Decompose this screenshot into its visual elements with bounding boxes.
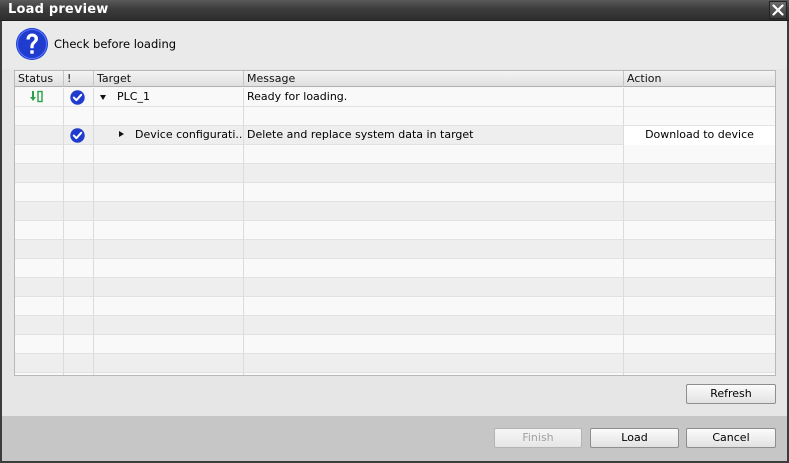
table-row[interactable]: PLC_1 Ready for loading. bbox=[15, 88, 775, 107]
cancel-button[interactable]: Cancel bbox=[686, 428, 776, 448]
column-header-action[interactable]: Action bbox=[624, 71, 775, 87]
action-dropdown[interactable]: Download to device bbox=[624, 126, 775, 145]
empty-table-row bbox=[15, 145, 775, 164]
target-name: Device configurati... bbox=[135, 128, 244, 141]
check-ok-icon bbox=[70, 90, 85, 105]
empty-table-row bbox=[15, 354, 775, 373]
table-row bbox=[15, 107, 775, 126]
header-area: Check before loading bbox=[2, 21, 787, 69]
refresh-button[interactable]: Refresh bbox=[686, 384, 776, 404]
window-title: Load preview bbox=[8, 2, 109, 17]
empty-table-row bbox=[15, 316, 775, 335]
empty-table-row bbox=[15, 240, 775, 259]
download-status-icon bbox=[30, 90, 43, 103]
empty-table-row bbox=[15, 335, 775, 354]
check-ok-icon bbox=[70, 128, 85, 143]
load-preview-table: Status ! Target Message Action PLC_1 Rea… bbox=[14, 70, 776, 376]
close-button[interactable] bbox=[769, 1, 787, 19]
help-icon bbox=[16, 28, 48, 60]
empty-table-row bbox=[15, 259, 775, 278]
title-bar: Load preview bbox=[0, 0, 789, 21]
empty-table-row bbox=[15, 164, 775, 183]
empty-table-row bbox=[15, 183, 775, 202]
close-icon bbox=[772, 4, 784, 16]
column-header-target[interactable]: Target bbox=[94, 71, 244, 87]
empty-table-row bbox=[15, 278, 775, 297]
collapse-arrow-icon[interactable] bbox=[100, 95, 106, 100]
expand-arrow-icon[interactable] bbox=[119, 131, 124, 137]
finish-button[interactable]: Finish bbox=[494, 428, 582, 448]
message-cell: Ready for loading. bbox=[244, 88, 624, 107]
column-header-status[interactable]: Status bbox=[15, 71, 64, 87]
empty-table-row bbox=[15, 373, 775, 375]
empty-table-row bbox=[15, 202, 775, 221]
action-cell bbox=[624, 88, 775, 107]
empty-table-row bbox=[15, 297, 775, 316]
table-header: Status ! Target Message Action bbox=[15, 71, 775, 87]
table-row[interactable]: Device configurati... Delete and replace… bbox=[15, 126, 775, 145]
target-name: PLC_1 bbox=[117, 90, 150, 103]
header-label: Check before loading bbox=[54, 37, 177, 51]
message-cell: Delete and replace system data in target bbox=[244, 126, 624, 145]
empty-table-row bbox=[15, 221, 775, 240]
column-header-alert[interactable]: ! bbox=[64, 71, 94, 87]
column-header-message[interactable]: Message bbox=[244, 71, 624, 87]
load-button[interactable]: Load bbox=[590, 428, 679, 448]
